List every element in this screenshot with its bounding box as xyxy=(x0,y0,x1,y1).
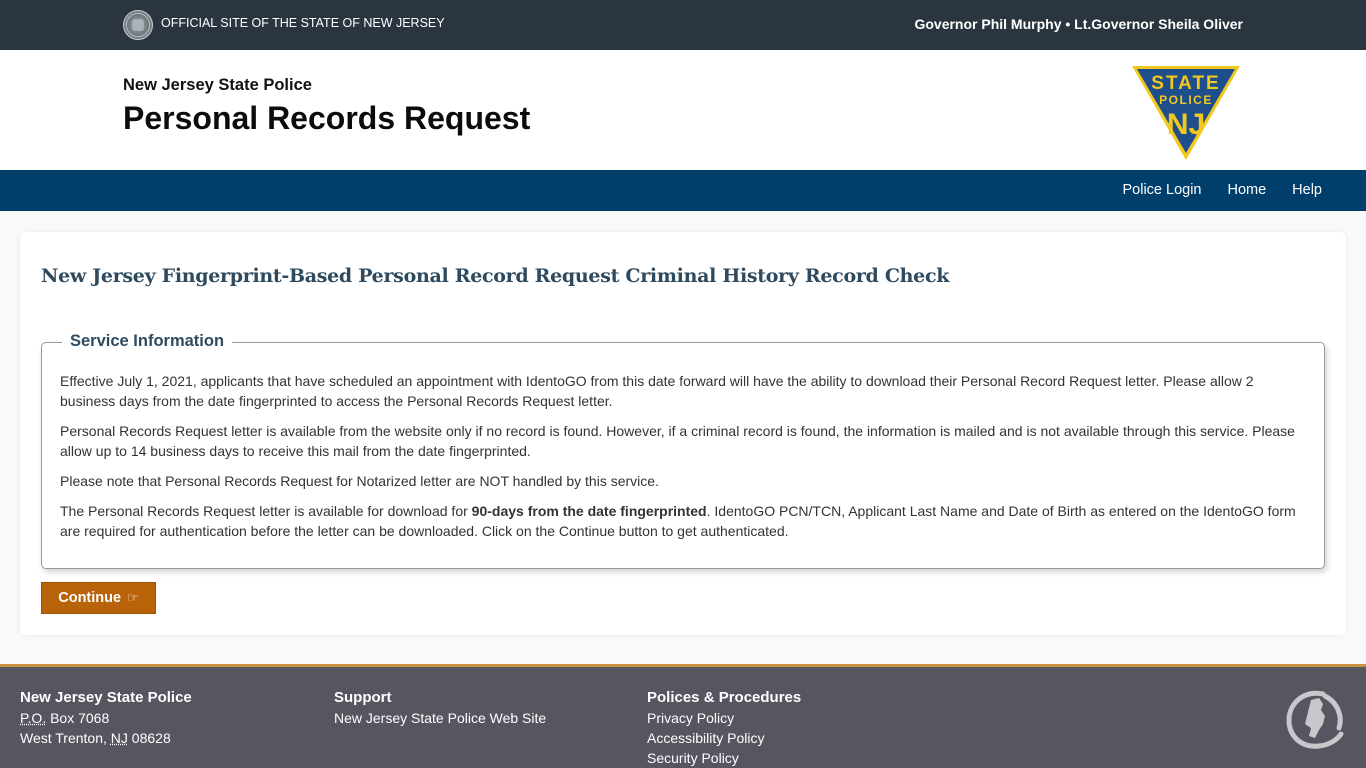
nav-police-login[interactable]: Police Login xyxy=(1122,182,1201,198)
download-text-before: The Personal Records Request letter is a… xyxy=(60,503,472,519)
info-paragraph-download: The Personal Records Request letter is a… xyxy=(60,501,1305,541)
top-bar: OFFICIAL SITE OF THE STATE OF NEW JERSEY… xyxy=(0,0,1366,50)
site-footer: New Jersey State Police P.O. Box 7068 We… xyxy=(0,664,1366,768)
service-information-body: Effective July 1, 2021, applicants that … xyxy=(60,371,1305,551)
po-box-number: Box 7068 xyxy=(46,710,110,726)
agency-name: New Jersey State Police xyxy=(123,76,312,94)
zip-text: 08628 xyxy=(127,730,171,746)
footer-link-security-policy[interactable]: Security Policy xyxy=(647,748,801,768)
footer-link-accessibility-policy[interactable]: Accessibility Policy xyxy=(647,728,801,748)
info-paragraph: Personal Records Request letter is avail… xyxy=(60,423,1295,459)
info-paragraph: Effective July 1, 2021, applicants that … xyxy=(60,373,1254,409)
download-period-emphasis: 90-days from the date fingerprinted xyxy=(471,503,707,519)
footer-policies-column: Polices & Procedures Privacy Policy Acce… xyxy=(647,689,801,768)
footer-address-column: New Jersey State Police P.O. Box 7068 We… xyxy=(20,689,192,748)
section-heading: New Jersey Fingerprint-Based Personal Re… xyxy=(41,265,950,287)
nj-state-seal-icon xyxy=(123,10,153,40)
po-abbr: P.O. xyxy=(20,710,47,726)
content-card: New Jersey Fingerprint-Based Personal Re… xyxy=(20,232,1346,635)
footer-link-njsp-website[interactable]: New Jersey State Police Web Site xyxy=(334,708,546,728)
governor-label: Governor Phil Murphy • Lt.Governor Sheil… xyxy=(914,16,1243,32)
badge-text-nj: NJ xyxy=(1167,108,1205,141)
city-text: West Trenton, xyxy=(20,730,111,746)
footer-agency-title: New Jersey State Police xyxy=(20,689,192,706)
footer-policies-title: Polices & Procedures xyxy=(647,689,802,706)
footer-support-title: Support xyxy=(334,689,392,706)
state-police-badge-icon: STATE POLICE NJ xyxy=(1132,66,1240,160)
state-abbr: NJ xyxy=(110,730,128,746)
footer-city: West Trenton, NJ 08628 xyxy=(20,728,192,748)
nav-home[interactable]: Home xyxy=(1227,182,1266,198)
site-header: New Jersey State Police Personal Records… xyxy=(0,50,1366,170)
footer-link-privacy-policy[interactable]: Privacy Policy xyxy=(647,708,801,728)
nj-state-logo-icon[interactable] xyxy=(1285,688,1345,750)
service-information-fieldset: Service Information Effective July 1, 20… xyxy=(41,332,1325,569)
footer-support-column: Support New Jersey State Police Web Site xyxy=(334,689,546,728)
nav-help[interactable]: Help xyxy=(1292,182,1322,198)
footer-po-box: P.O. Box 7068 xyxy=(20,708,192,728)
info-paragraph: Please note that Personal Records Reques… xyxy=(60,473,659,489)
official-site-label: OFFICIAL SITE OF THE STATE OF NEW JERSEY xyxy=(161,16,445,30)
badge-text-state: STATE xyxy=(1151,73,1220,94)
continue-label: Continue xyxy=(58,590,122,606)
badge-text-police: POLICE xyxy=(1159,93,1213,107)
service-information-legend: Service Information xyxy=(62,332,233,351)
continue-button[interactable]: Continue ☞ xyxy=(41,582,156,614)
pointing-hand-icon: ☞ xyxy=(127,590,139,605)
page-title: Personal Records Request xyxy=(123,100,531,136)
main-nav: Police Login Home Help xyxy=(0,170,1366,211)
